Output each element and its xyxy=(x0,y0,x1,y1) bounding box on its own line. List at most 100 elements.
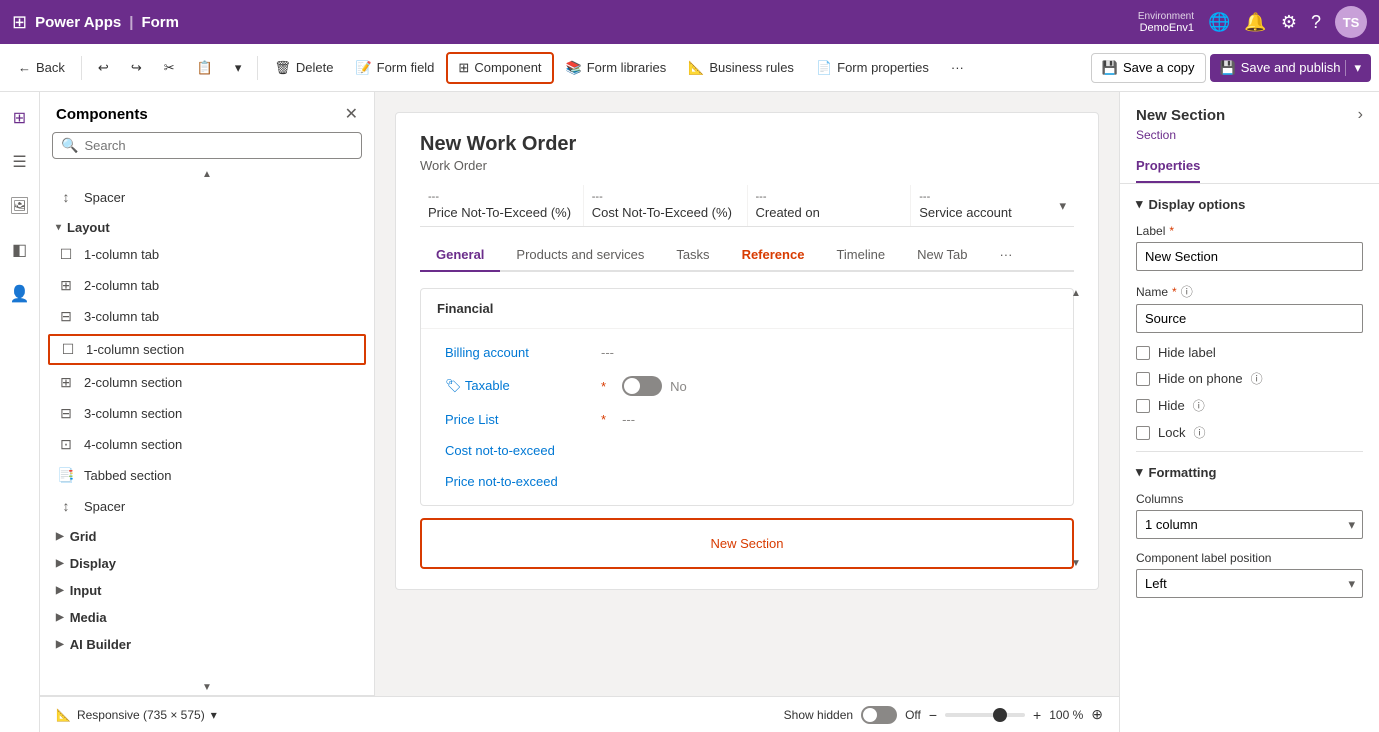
lock-info-icon[interactable]: ⓘ xyxy=(1193,424,1205,441)
zoom-plus-icon[interactable]: + xyxy=(1033,707,1041,723)
show-hidden-toggle[interactable] xyxy=(861,706,897,724)
scroll-section-down[interactable]: ▼ xyxy=(1071,558,1081,569)
comp-label-2col-tab: 2-column tab xyxy=(84,278,159,293)
collapse-icon[interactable]: ▾ xyxy=(1059,198,1066,214)
media-section-header[interactable]: ▶ Media xyxy=(40,602,374,629)
back-button[interactable]: ← Back xyxy=(8,54,75,81)
input-section-header[interactable]: ▶ Input xyxy=(40,575,374,602)
tab-general[interactable]: General xyxy=(420,239,500,272)
comp-item-3col-tab[interactable]: ⊟ 3-column tab xyxy=(40,301,374,332)
scroll-up-arrow[interactable]: ▲ xyxy=(40,167,374,182)
taxable-required: * xyxy=(601,379,606,394)
hide-label-checkbox[interactable] xyxy=(1136,346,1150,360)
layout-section-header[interactable]: ▾ Layout xyxy=(40,212,374,239)
avatar[interactable]: TS xyxy=(1335,6,1367,38)
show-hidden-knob xyxy=(863,708,877,722)
ai-builder-chevron-icon: ▶ xyxy=(56,639,64,650)
globe-icon[interactable]: 🌐 xyxy=(1208,12,1230,33)
hide-info-icon[interactable]: ⓘ xyxy=(1193,397,1205,414)
name-input[interactable] xyxy=(1136,304,1363,333)
comp-label-tabbed-section: Tabbed section xyxy=(84,468,171,483)
help-icon[interactable]: ? xyxy=(1311,12,1321,33)
formatting-header[interactable]: ▾ Formatting xyxy=(1136,464,1363,480)
scroll-section-up[interactable]: ▲ xyxy=(1071,288,1081,299)
more-toolbar-button[interactable]: ··· xyxy=(941,54,974,81)
zoom-slider[interactable] xyxy=(945,713,1025,717)
save-publish-button[interactable]: 💾 Save and publish ▾ xyxy=(1210,54,1371,82)
toolbar: ← Back ↩ ↪ ✂ 📋 ▾ 🗑 Delete 📝 Form field ⊞… xyxy=(0,44,1379,92)
tab-reference[interactable]: Reference xyxy=(726,239,821,272)
lock-checkbox[interactable] xyxy=(1136,426,1150,440)
tab-timeline[interactable]: Timeline xyxy=(820,239,901,272)
comp-item-spacer-top[interactable]: ↕ Spacer xyxy=(40,182,374,212)
sidebar-home-icon[interactable]: ⊞ xyxy=(2,100,38,136)
components-panel: Components ✕ 🔍 ▲ ↕ Spacer ▾ Layout ☐ 1-c… xyxy=(40,92,375,732)
save-copy-button[interactable]: 💾 Save a copy xyxy=(1091,53,1206,83)
display-section-header[interactable]: ▶ Display xyxy=(40,548,374,575)
paste-button[interactable]: 📋 xyxy=(187,54,223,82)
hide-on-phone-info-icon[interactable]: ⓘ xyxy=(1251,370,1263,387)
search-input[interactable] xyxy=(84,138,353,153)
publish-caret-icon[interactable]: ▾ xyxy=(1345,60,1361,76)
field-billing-account: Billing account --- xyxy=(421,337,1073,368)
section-area: ▲ ▼ Financial Billing account --- 🏷 Taxa… xyxy=(420,288,1074,569)
zoom-fit-icon[interactable]: ⊕ xyxy=(1091,706,1103,723)
taxable-value[interactable]: No xyxy=(622,376,687,396)
tab-new-tab[interactable]: New Tab xyxy=(901,239,983,272)
grid-section-label: Grid xyxy=(70,529,97,544)
undo-button[interactable]: ↩ xyxy=(88,54,119,82)
comp-label-1col-section: 1-column section xyxy=(86,342,184,357)
zoom-level-label: 100 % xyxy=(1049,708,1083,722)
name-info-icon[interactable]: ⓘ xyxy=(1181,283,1193,300)
redo-button[interactable]: ↪ xyxy=(121,54,152,82)
display-section-label: Display xyxy=(70,556,116,571)
grid-icon[interactable]: ⊞ xyxy=(12,12,27,33)
comp-item-2col-section[interactable]: ⊞ 2-column section xyxy=(40,367,374,398)
new-section-box[interactable]: New Section xyxy=(420,518,1074,569)
comp-item-1col-section[interactable]: ☐ 1-column section xyxy=(48,334,366,365)
notification-icon[interactable]: 🔔 xyxy=(1244,12,1266,33)
properties-tab[interactable]: Properties xyxy=(1136,150,1200,183)
component-button[interactable]: ⊞ Component xyxy=(446,52,553,84)
comp-item-4col-section[interactable]: ⊡ 4-column section xyxy=(40,429,374,460)
form-field-button[interactable]: 📝 Form field xyxy=(345,54,444,82)
taxable-toggle[interactable] xyxy=(622,376,662,396)
tab-more[interactable]: ··· xyxy=(983,239,1028,272)
delete-button[interactable]: 🗑 Delete xyxy=(264,54,343,82)
comp-item-3col-section[interactable]: ⊟ 3-column section xyxy=(40,398,374,429)
form-subtitle: Work Order xyxy=(420,158,1074,173)
hide-checkbox[interactable] xyxy=(1136,399,1150,413)
columns-select[interactable]: 1 column 2 columns 3 columns 4 columns xyxy=(1136,510,1363,539)
responsive-selector[interactable]: 📐 Responsive (735 × 575) ▾ xyxy=(56,708,217,722)
settings-icon[interactable]: ⚙ xyxy=(1281,12,1297,33)
sidebar-fields-icon[interactable]: ☰ xyxy=(2,144,38,180)
panel-close-button[interactable]: ✕ xyxy=(345,104,358,124)
cut-button[interactable]: ✂ xyxy=(154,54,185,82)
form-properties-button[interactable]: 📄 Form properties xyxy=(806,54,939,82)
display-options-header[interactable]: ▾ Display options xyxy=(1136,196,1363,212)
sidebar-person-icon[interactable]: 👤 xyxy=(2,276,38,312)
zoom-minus-icon[interactable]: − xyxy=(929,707,937,723)
right-panel: New Section › Section Properties ▾ Displ… xyxy=(1119,92,1379,732)
right-panel-tabs: Properties xyxy=(1120,150,1379,184)
label-input[interactable] xyxy=(1136,242,1363,271)
comp-item-tabbed-section[interactable]: 📑 Tabbed section xyxy=(40,460,374,491)
tab-products[interactable]: Products and services xyxy=(500,239,660,272)
form-card: New Work Order Work Order --- Price Not-… xyxy=(395,112,1099,590)
scroll-down-arrow[interactable]: ▼ xyxy=(40,680,374,695)
right-panel-close-button[interactable]: › xyxy=(1358,106,1363,124)
comp-item-1col-tab[interactable]: ☐ 1-column tab xyxy=(40,239,374,270)
sidebar-layers-icon[interactable]: ◧ xyxy=(2,232,38,268)
label-position-select[interactable]: Left Top Right xyxy=(1136,569,1363,598)
ai-builder-section-header[interactable]: ▶ AI Builder xyxy=(40,629,374,656)
search-box[interactable]: 🔍 xyxy=(52,132,362,159)
comp-item-spacer[interactable]: ↕ Spacer xyxy=(40,491,374,521)
hide-on-phone-checkbox[interactable] xyxy=(1136,372,1150,386)
dropdown-button[interactable]: ▾ xyxy=(225,54,252,82)
comp-item-2col-tab[interactable]: ⊞ 2-column tab xyxy=(40,270,374,301)
sidebar-image-icon[interactable]: 🖼 xyxy=(2,188,38,224)
business-rules-button[interactable]: 📐 Business rules xyxy=(678,54,804,82)
grid-section-header[interactable]: ▶ Grid xyxy=(40,521,374,548)
tab-tasks[interactable]: Tasks xyxy=(660,239,725,272)
form-libraries-button[interactable]: 📚 Form libraries xyxy=(556,54,677,82)
